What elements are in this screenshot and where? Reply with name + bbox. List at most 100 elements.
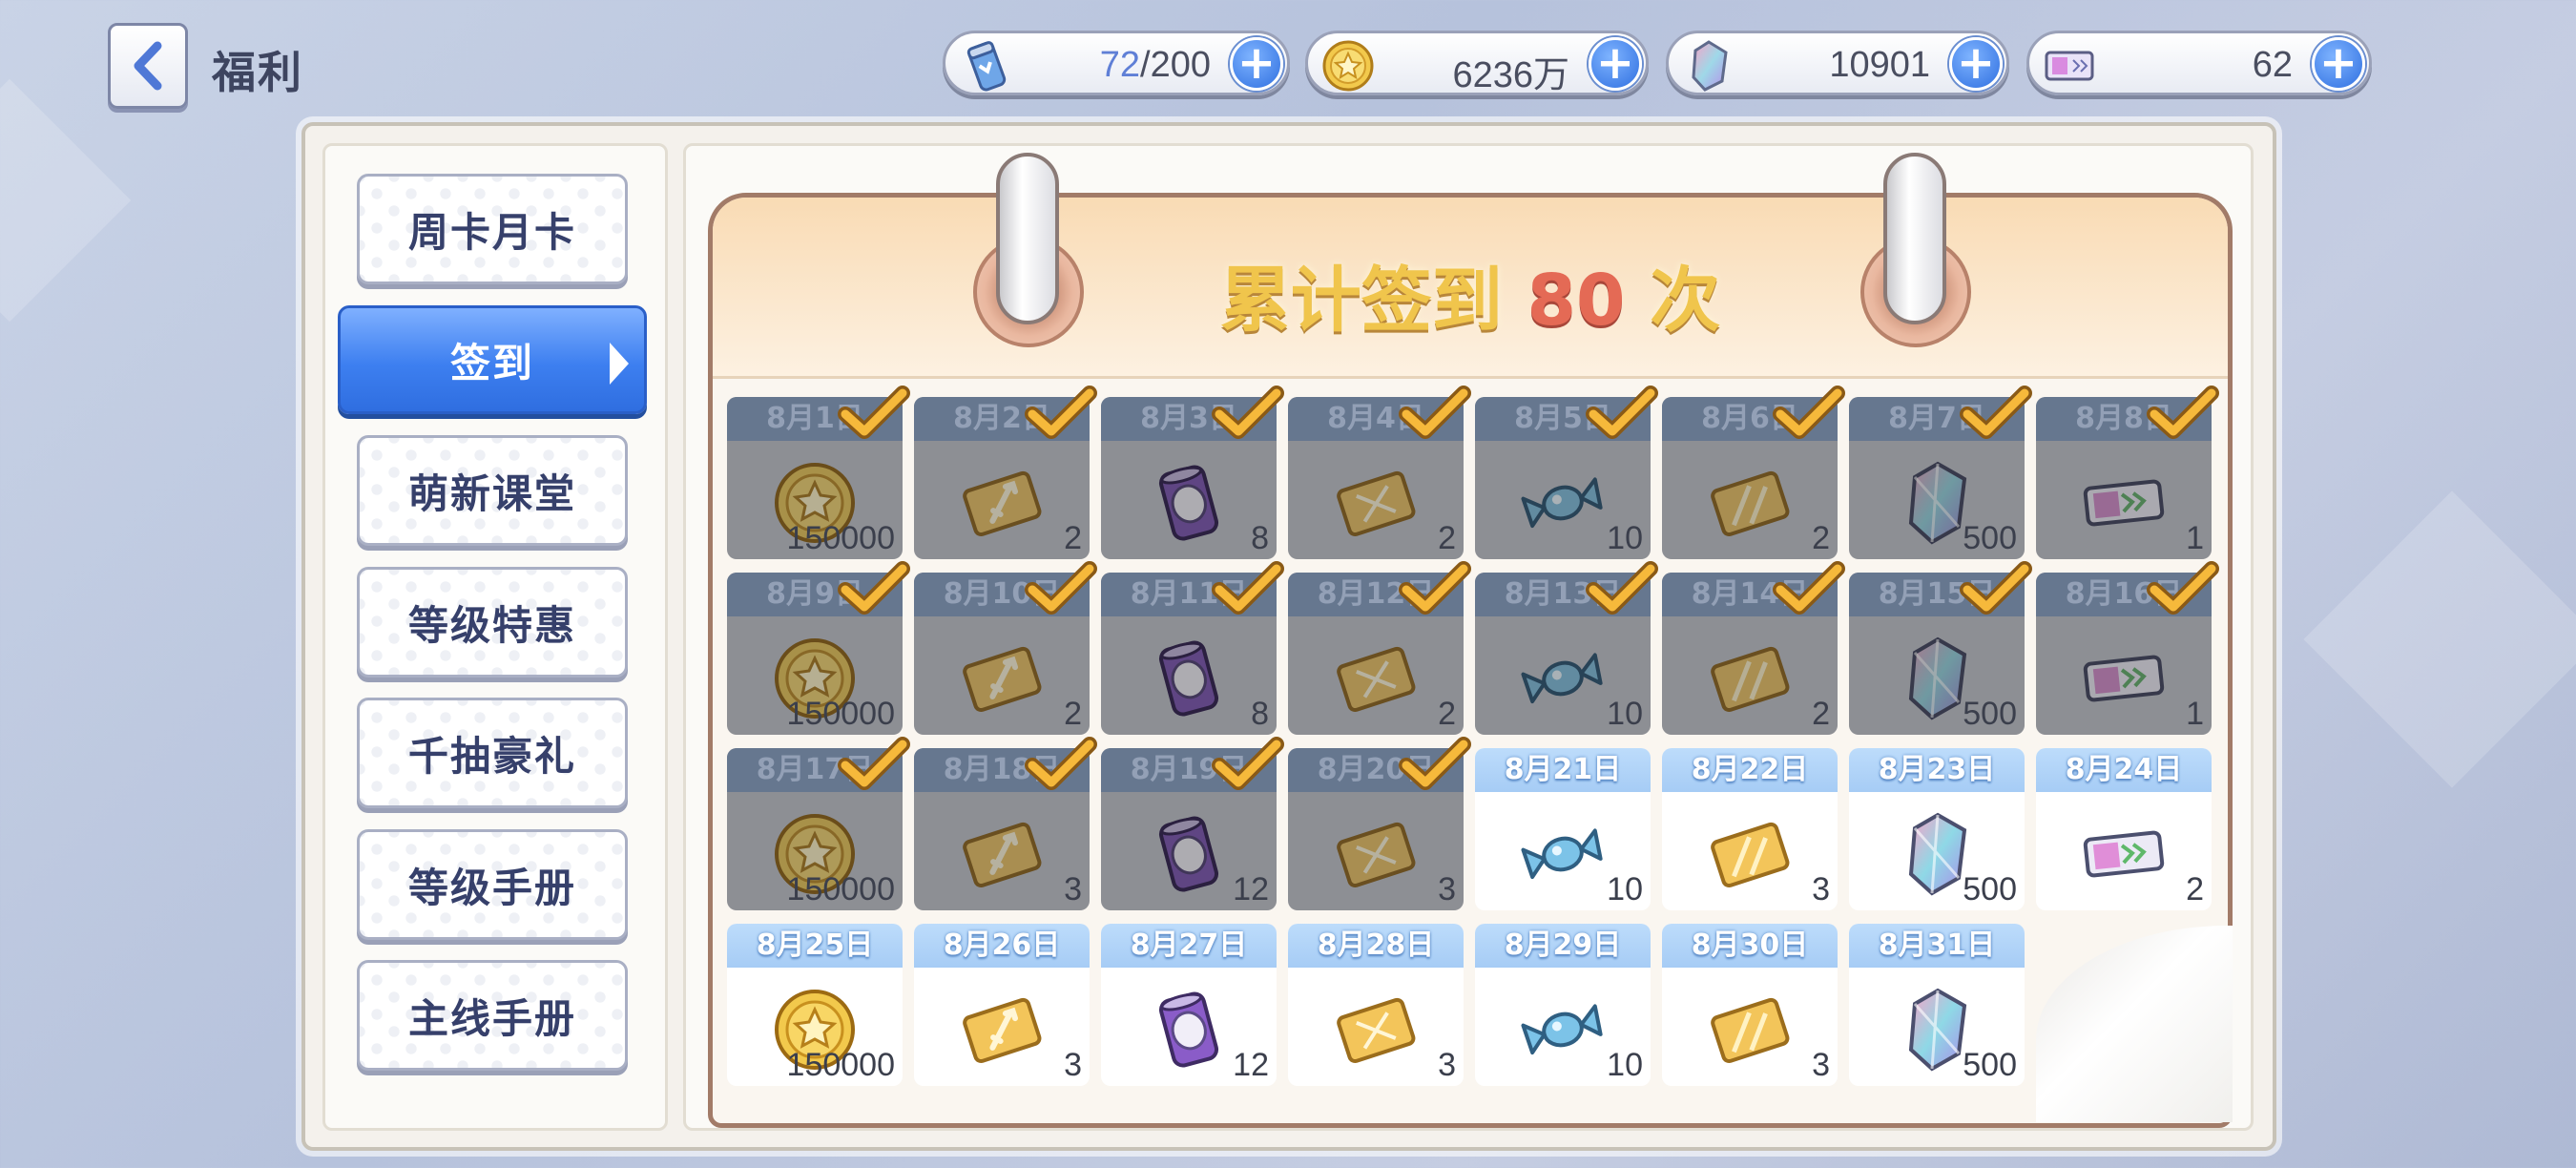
ticket-icon: [2081, 811, 2167, 897]
reward-quantity: 500: [1963, 520, 2017, 556]
background-decoration: [0, 78, 132, 323]
gold-card-icon: [1707, 987, 1793, 1073]
sign-in-day-cell[interactable]: 8月10日 2: [914, 561, 1097, 735]
sign-in-day-cell[interactable]: 8月21日 10: [1475, 748, 1651, 910]
crystal-gem-icon: [1692, 40, 1728, 92]
sign-in-day-cell[interactable]: 8月29日 10: [1475, 924, 1651, 1086]
sidebar-item-newbie-class[interactable]: 萌新课堂: [357, 435, 628, 546]
sign-in-day-cell[interactable]: 8月20日 3: [1288, 737, 1471, 910]
page-title: 福利: [212, 47, 303, 98]
claimed-check-icon: [1773, 386, 1845, 439]
reward-quantity: 10: [1607, 871, 1643, 907]
binder-clip-right: [1883, 153, 1946, 324]
back-button[interactable]: [108, 23, 188, 109]
reward-quantity: 500: [1963, 1047, 2017, 1083]
reward-quantity: 3: [1064, 871, 1082, 907]
sign-in-day-cell[interactable]: 8月11日 8: [1101, 561, 1284, 735]
sign-in-day-cell[interactable]: 8月26日 3: [914, 924, 1090, 1086]
reward-quantity: 2: [1438, 520, 1456, 556]
sign-in-count: 80: [1527, 260, 1626, 342]
sidebar-item-thousand-draws[interactable]: 千抽豪礼: [357, 698, 628, 808]
ticket-icon: [2081, 636, 2167, 721]
claimed-check-icon: [1773, 561, 1845, 615]
reward-quantity: 2: [1812, 696, 1830, 732]
sidebar-item-main-story-handbook[interactable]: 主线手册: [357, 960, 628, 1071]
sidebar-item-label: 周卡月卡: [407, 208, 576, 256]
reward-quantity: 2: [2186, 871, 2204, 907]
day-label: 8月27日: [1101, 924, 1277, 968]
gold-card-sword-icon: [959, 636, 1045, 721]
day-label: 8月25日: [727, 924, 903, 968]
claimed-check-icon: [1960, 561, 2032, 615]
sign-in-day-cell[interactable]: 8月6日 2: [1662, 386, 1845, 559]
day-label: 8月29日: [1475, 924, 1651, 968]
sign-in-day-cell[interactable]: 8月13日 10: [1475, 561, 1658, 735]
sign-in-day-cell[interactable]: 8月15日 500: [1849, 561, 2032, 735]
gold-card-dna-icon: [1333, 460, 1419, 546]
sign-in-day-cell[interactable]: 8月23日 500: [1849, 748, 2025, 910]
sign-in-day-cell[interactable]: 8月19日 12: [1101, 737, 1284, 910]
background-decoration: [2303, 490, 2576, 788]
reward-quantity: 3: [1438, 1047, 1456, 1083]
reward-quantity: 10: [1607, 696, 1643, 732]
sign-in-day-cell[interactable]: 8月18日 3: [914, 737, 1097, 910]
reward-quantity: 3: [1812, 871, 1830, 907]
day-label: 8月26日: [914, 924, 1090, 968]
gold-card-icon: [1707, 636, 1793, 721]
claimed-check-icon: [1399, 737, 1471, 790]
claimed-check-icon: [1586, 386, 1658, 439]
candy-icon: [1520, 811, 1606, 897]
gold-value: 6236万: [1452, 55, 1569, 95]
sidebar-item-level-handbook[interactable]: 等级手册: [357, 829, 628, 940]
reward-quantity: 1: [2186, 696, 2204, 732]
reward-quantity: 150000: [786, 520, 895, 556]
sign-in-day-cell[interactable]: 8月24日 2: [2036, 748, 2212, 910]
reward-quantity: 2: [1812, 520, 1830, 556]
sidebar-item-level-deals[interactable]: 等级特惠: [357, 567, 628, 678]
sign-in-day-cell[interactable]: 8月7日 500: [1849, 386, 2032, 559]
reward-quantity: 12: [1233, 1047, 1269, 1083]
reward-quantity: 2: [1064, 696, 1082, 732]
sign-in-day-cell[interactable]: 8月14日 2: [1662, 561, 1845, 735]
sign-in-day-cell[interactable]: 8月25日 150000: [727, 924, 903, 1086]
day-label: 8月23日: [1849, 748, 2025, 792]
sign-in-day-cell[interactable]: 8月27日 12: [1101, 924, 1277, 1086]
reward-quantity: 150000: [786, 1047, 895, 1083]
add-gold-button[interactable]: +: [1589, 37, 1642, 91]
stamina-max: /200: [1140, 45, 1211, 85]
sign-in-day-cell[interactable]: 8月16日 1: [2036, 561, 2219, 735]
sign-in-day-cell[interactable]: 8月1日 150000: [727, 386, 910, 559]
sidebar-item-weekly-monthly-card[interactable]: 周卡月卡: [357, 174, 628, 284]
sign-in-day-cell[interactable]: 8月2日 2: [914, 386, 1097, 559]
claimed-check-icon: [2147, 561, 2219, 615]
add-stamina-button[interactable]: +: [1230, 37, 1283, 91]
gold-coin-icon: [1322, 40, 1374, 92]
sign-in-day-cell[interactable]: 8月3日 8: [1101, 386, 1284, 559]
sign-in-day-cell[interactable]: 8月30日 3: [1662, 924, 1838, 1086]
sign-in-day-cell[interactable]: 8月22日 3: [1662, 748, 1838, 910]
sign-in-day-cell[interactable]: 8月12日 2: [1288, 561, 1471, 735]
title-suffix: 次: [1650, 260, 1721, 342]
ticket-icon: [2045, 51, 2094, 81]
sign-in-day-cell[interactable]: 8月9日 150000: [727, 561, 910, 735]
binder-clip-left: [996, 153, 1059, 324]
claimed-check-icon: [838, 561, 910, 615]
sign-in-day-cell[interactable]: 8月17日 150000: [727, 737, 910, 910]
gem-value: 10901: [1829, 45, 1930, 85]
sign-in-day-cell[interactable]: 8月4日 2: [1288, 386, 1471, 559]
gem-counter: 10901 +: [1666, 31, 2009, 95]
sign-in-day-cell[interactable]: 8月28日 3: [1288, 924, 1464, 1086]
potion-can-icon: [1146, 987, 1232, 1073]
reward-quantity: 150000: [786, 871, 895, 907]
sign-in-day-cell[interactable]: 8月5日 10: [1475, 386, 1658, 559]
reward-quantity: 3: [1438, 871, 1456, 907]
add-gem-button[interactable]: +: [1949, 37, 2003, 91]
arrow-right-icon: [610, 343, 629, 385]
sidebar-item-sign-in[interactable]: 签到: [338, 305, 647, 414]
reward-quantity: 500: [1963, 871, 2017, 907]
reward-quantity: 2: [1438, 696, 1456, 732]
sign-in-day-cell[interactable]: 8月8日 1: [2036, 386, 2219, 559]
add-ticket-button[interactable]: +: [2312, 37, 2365, 91]
claimed-check-icon: [1212, 561, 1284, 615]
sign-in-day-cell[interactable]: 8月31日 500: [1849, 924, 2025, 1086]
